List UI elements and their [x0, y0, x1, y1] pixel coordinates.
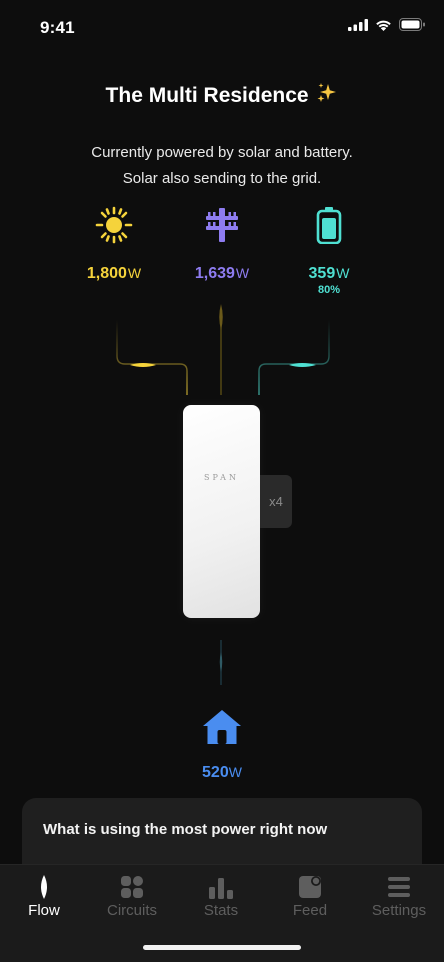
span-panel[interactable]: SPAN [183, 405, 260, 618]
wifi-icon [376, 20, 391, 31]
solar-unit: W [127, 265, 142, 281]
tab-stats-label: Stats [203, 902, 239, 919]
battery-percent: 80% [317, 284, 341, 296]
power-status-text: Currently powered by solar and battery. … [0, 140, 444, 192]
page-title-text: The Multi Residence [105, 84, 309, 107]
battery-icon [274, 205, 384, 245]
utility-pole-icon [167, 205, 277, 245]
page-title: The Multi Residence [0, 82, 444, 108]
tab-circuits[interactable]: Circuits [88, 873, 176, 919]
flow-icon [0, 873, 88, 901]
feed-icon [266, 873, 354, 901]
battery-value: 359 [308, 265, 336, 282]
solar-value: 1,800 [86, 265, 127, 282]
grid-source[interactable]: 1,639W [167, 205, 277, 283]
circuits-icon [88, 873, 176, 901]
battery-source[interactable]: 359W 80% [274, 205, 384, 296]
battery-power-value: 359W [274, 265, 384, 283]
solar-flow-line [116, 320, 188, 395]
most-power-card-title: What is using the most power right now [43, 821, 328, 838]
status-icons [348, 18, 426, 31]
tab-flow-label: Flow [28, 902, 60, 919]
tab-flow[interactable]: Flow [0, 873, 88, 919]
span-logo: SPAN [204, 473, 239, 482]
sparkles-icon [317, 83, 337, 102]
tab-circuits-label: Circuits [106, 902, 157, 919]
cellular-signal-icon [348, 18, 368, 31]
home-value: 520 [202, 764, 229, 781]
home-power-value: 520W [170, 764, 274, 782]
house-icon[interactable] [201, 708, 243, 751]
home-indicator[interactable] [143, 945, 301, 950]
solar-power-value: 1,800W [59, 265, 169, 283]
tab-feed[interactable]: Feed [266, 873, 354, 919]
status-time: 9:41 [40, 18, 75, 37]
tab-feed-label: Feed [292, 902, 328, 919]
power-status-line-1: Currently powered by solar and battery. [91, 144, 353, 161]
stats-icon [177, 873, 265, 901]
power-status-line-2: Solar also sending to the grid. [122, 170, 322, 187]
tab-settings[interactable]: Settings [355, 873, 443, 919]
sun-icon [59, 205, 169, 245]
solar-source[interactable]: 1,800W [59, 205, 169, 283]
panel-count-badge[interactable]: x4 [260, 475, 292, 528]
grid-unit: W [235, 265, 250, 281]
tab-stats[interactable]: Stats [177, 873, 265, 919]
tab-settings-label: Settings [371, 902, 427, 919]
grid-power-value: 1,639W [167, 265, 277, 283]
battery-flow-line [258, 320, 330, 395]
battery-status-icon [399, 18, 425, 31]
grid-flow-pulse [219, 304, 223, 330]
battery-unit: W [336, 265, 350, 281]
home-unit: W [228, 764, 242, 780]
settings-icon [355, 873, 443, 901]
grid-value: 1,639 [194, 265, 235, 282]
home-flow-pulse [219, 652, 223, 672]
